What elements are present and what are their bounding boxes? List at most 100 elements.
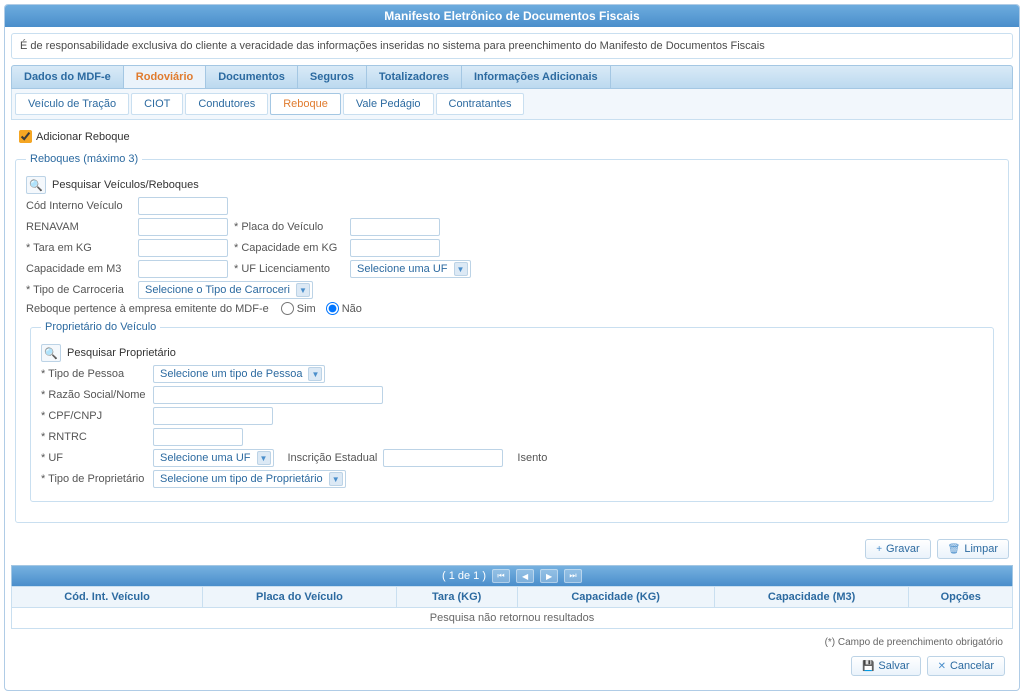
uf-select[interactable]: Selecione uma UF ▼ [153,449,274,467]
proprietario-fieldset: Proprietário do Veículo 🔍 Pesquisar Prop… [30,321,994,502]
action-buttons-row: +Gravar 🗑Limpar [11,533,1013,565]
tipo-carroceria-select-text: Selecione o Tipo de Carroceri [145,284,290,296]
cpf-input[interactable] [153,407,273,425]
plus-icon: + [876,544,882,555]
pager-first[interactable]: ⏮ [492,569,510,583]
radio-nao[interactable] [326,302,339,315]
razao-input[interactable] [153,386,383,404]
search-proprietario-button[interactable]: 🔍 [41,344,61,362]
tipo-prop-select-text: Selecione um tipo de Proprietário [160,473,323,485]
tab-rodoviario[interactable]: Rodoviário [124,66,206,88]
chevron-down-icon: ▼ [257,451,271,465]
chevron-down-icon: ▼ [454,262,468,276]
search-veiculos-button[interactable]: 🔍 [26,176,46,194]
col-placa: Placa do Veículo [203,587,397,608]
isento-label: Isento [517,452,547,464]
chevron-down-icon: ▼ [296,283,310,297]
tab-seguros[interactable]: Seguros [298,66,367,88]
search-veiculos-label: Pesquisar Veículos/Reboques [52,179,199,191]
gravar-button[interactable]: +Gravar [865,539,930,559]
add-reboque-checkbox[interactable] [19,130,32,143]
results-grid: Cód. Int. Veículo Placa do Veículo Tara … [11,586,1013,629]
tab-totalizadores[interactable]: Totalizadores [367,66,462,88]
add-reboque-label: Adicionar Reboque [36,131,130,143]
col-cap-kg: Capacidade (KG) [517,587,714,608]
grid-empty-msg: Pesquisa não retornou resultados [12,608,1013,629]
inscricao-label: Inscrição Estadual [288,452,378,464]
tab-dados-mdfe[interactable]: Dados do MDF-e [12,66,124,88]
tara-input[interactable] [138,239,228,257]
tipo-prop-select[interactable]: Selecione um tipo de Proprietário ▼ [153,470,346,488]
col-cap-m3: Capacidade (M3) [714,587,909,608]
uf-lic-select[interactable]: Selecione uma UF ▼ [350,260,471,278]
salvar-button[interactable]: 💾Salvar [851,656,921,676]
cod-interno-label: Cód Interno Veículo [26,200,132,212]
tipo-carroceria-label: * Tipo de Carroceria [26,284,132,296]
capacidade-kg-label: * Capacidade em KG [234,242,344,254]
limpar-button[interactable]: 🗑Limpar [937,539,1009,559]
grid-header-row: Cód. Int. Veículo Placa do Veículo Tara … [12,587,1013,608]
sub-tabs: Veículo de Tração CIOT Condutores Reboqu… [11,89,1013,120]
capacidade-m3-input[interactable] [138,260,228,278]
notice-text: É de responsabilidade exclusiva do clien… [11,33,1013,59]
radio-sim[interactable] [281,302,294,315]
tab-info-adicionais[interactable]: Informações Adicionais [462,66,611,88]
search-icon: 🔍 [29,179,43,192]
footer-buttons: 💾Salvar ✕Cancelar [11,652,1013,684]
trash-icon: 🗑 [948,544,961,555]
uf-lic-label: * UF Licenciamento [234,263,344,275]
tipo-carroceria-select[interactable]: Selecione o Tipo de Carroceri ▼ [138,281,313,299]
panel-body: É de responsabilidade exclusiva do clien… [5,27,1019,690]
reboques-legend: Reboques (máximo 3) [26,153,142,165]
subtab-ciot[interactable]: CIOT [131,93,183,115]
subtab-vale-pedagio[interactable]: Vale Pedágio [343,93,434,115]
capacidade-m3-label: Capacidade em M3 [26,263,132,275]
main-tabs: Dados do MDF-e Rodoviário Documentos Seg… [11,65,1013,89]
search-icon: 🔍 [44,347,58,360]
reboque-emitente-label: Reboque pertence à empresa emitente do M… [26,303,269,315]
chevron-down-icon: ▼ [329,472,343,486]
panel-title: Manifesto Eletrônico de Documentos Fisca… [5,5,1019,27]
add-reboque-row: Adicionar Reboque [11,126,1013,147]
tipo-prop-label: * Tipo de Proprietário [41,473,147,485]
uf-label: * UF [41,452,147,464]
tipo-pessoa-label: * Tipo de Pessoa [41,368,147,380]
renavam-input[interactable] [138,218,228,236]
cancelar-button[interactable]: ✕Cancelar [927,656,1005,676]
col-opcoes: Opções [909,587,1013,608]
rntrc-input[interactable] [153,428,243,446]
renavam-label: RENAVAM [26,221,132,233]
rntrc-label: * RNTRC [41,431,147,443]
reboque-emitente-radio-group: Sim Não [281,302,362,315]
save-icon: 💾 [862,661,874,672]
search-proprietario-label: Pesquisar Proprietário [67,347,176,359]
placa-input[interactable] [350,218,440,236]
subtab-reboque[interactable]: Reboque [270,93,341,115]
subtab-condutores[interactable]: Condutores [185,93,268,115]
pager-next[interactable]: ▶ [540,569,558,583]
cod-interno-input[interactable] [138,197,228,215]
chevron-down-icon: ▼ [308,367,322,381]
tipo-pessoa-select[interactable]: Selecione um tipo de Pessoa ▼ [153,365,325,383]
col-tara: Tara (KG) [396,587,517,608]
reboques-fieldset: Reboques (máximo 3) 🔍 Pesquisar Veículos… [15,153,1009,523]
razao-label: * Razão Social/Nome [41,389,147,401]
radio-sim-label: Sim [281,302,316,315]
pager-prev[interactable]: ◀ [516,569,534,583]
placa-label: * Placa do Veículo [234,221,344,233]
uf-lic-select-text: Selecione uma UF [357,263,448,275]
subtab-contratantes[interactable]: Contratantes [436,93,525,115]
pager: ( 1 de 1 ) ⏮ ◀ ▶ ⏭ [11,565,1013,586]
capacidade-kg-input[interactable] [350,239,440,257]
tara-label: * Tara em KG [26,242,132,254]
cpf-label: * CPF/CNPJ [41,410,147,422]
grid-empty-row: Pesquisa não retornou resultados [12,608,1013,629]
uf-select-text: Selecione uma UF [160,452,251,464]
subtab-veiculo-tracao[interactable]: Veículo de Tração [15,93,129,115]
tab-documentos[interactable]: Documentos [206,66,298,88]
proprietario-legend: Proprietário do Veículo [41,321,160,333]
radio-nao-label: Não [326,302,362,315]
inscricao-input[interactable] [383,449,503,467]
tipo-pessoa-select-text: Selecione um tipo de Pessoa [160,368,302,380]
pager-last[interactable]: ⏭ [564,569,582,583]
